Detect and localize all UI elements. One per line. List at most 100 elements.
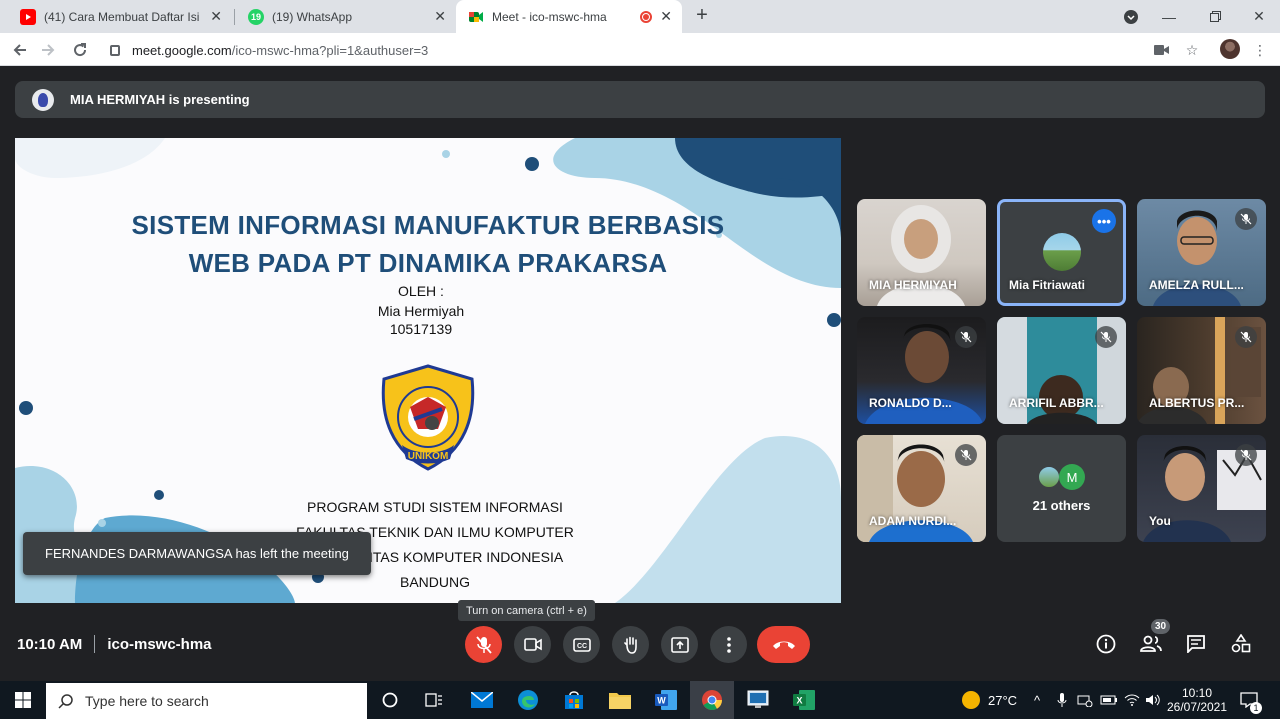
raise-hand-button[interactable] <box>612 626 649 663</box>
windows-start-icon[interactable] <box>10 687 36 713</box>
participant-name: You <box>1149 514 1171 528</box>
tab-youtube[interactable]: (41) Cara Membuat Daftar Isi SKRIPS ✕ <box>8 0 232 33</box>
word-icon[interactable]: W <box>653 687 679 713</box>
muted-mic-icon <box>1235 444 1257 466</box>
participant-tile[interactable]: ALBERTUS PR... <box>1137 317 1266 424</box>
others-avatar-photo <box>1037 465 1061 489</box>
presenter-banner: MIA HERMIYAH is presenting <box>15 81 1265 118</box>
weather-widget[interactable]: 27°C <box>962 681 1017 719</box>
self-tile[interactable]: You <box>1137 435 1266 542</box>
slide-nim: 10517139 <box>389 321 453 337</box>
muted-mic-icon <box>955 444 977 466</box>
mic-off-button[interactable] <box>465 626 502 663</box>
participant-name: ADAM NURDI... <box>869 514 957 528</box>
search-icon <box>58 694 73 709</box>
system-clock[interactable]: 10:10 26/07/2021 <box>1167 681 1227 719</box>
notification-center-icon[interactable]: 1 <box>1240 681 1262 719</box>
svg-text:W: W <box>657 696 666 706</box>
participant-tile[interactable]: RONALDO D... <box>857 317 986 424</box>
meeting-code: ico-mswc-hma <box>107 635 212 653</box>
taskbar-search-box[interactable]: Type here to search <box>46 683 367 719</box>
close-window-icon[interactable]: ✕ <box>1236 0 1280 33</box>
others-avatar-letter: M <box>1059 464 1085 490</box>
lock-icon <box>110 44 120 56</box>
edge-browser-icon[interactable] <box>515 687 541 713</box>
participant-tile-active[interactable]: ••• Mia Fitriawati <box>997 199 1126 306</box>
participant-tile[interactable]: AMELZA RULL... <box>1137 199 1266 306</box>
minimize-icon[interactable]: — <box>1146 0 1192 33</box>
battery-tray-icon[interactable] <box>1100 681 1118 719</box>
google-meet-icon <box>468 9 484 25</box>
tab-separator <box>234 9 235 25</box>
notification-toast: FERNANDES DARMAWANGSA has left the meeti… <box>23 532 371 575</box>
participant-tile[interactable]: ADAM NURDI... <box>857 435 986 542</box>
search-placeholder: Type here to search <box>85 693 209 709</box>
recording-icon <box>640 10 653 23</box>
file-explorer-icon[interactable] <box>607 687 633 713</box>
more-vertical-icon <box>726 636 731 653</box>
participant-tile[interactable]: MIA HERMIYAH <box>857 199 986 306</box>
participant-name: RONALDO D... <box>869 396 952 410</box>
participant-name: MIA HERMIYAH <box>869 278 957 292</box>
task-view-icon[interactable] <box>421 687 447 713</box>
new-tab-button[interactable]: + <box>690 4 714 27</box>
more-options-icon[interactable]: ••• <box>1092 209 1116 233</box>
whatsapp-icon: 19 <box>248 8 264 25</box>
excel-icon[interactable]: X <box>791 687 817 713</box>
address-bar[interactable]: meet.google.com/ico-mswc-hma?pli=1&authu… <box>104 36 1204 64</box>
slide-title-line1: SISTEM INFORMASI MANUFAKTUR BERBASIS <box>131 210 725 240</box>
tab-whatsapp[interactable]: 19 (19) WhatsApp ✕ <box>236 0 456 33</box>
presenter-avatar <box>32 88 54 111</box>
chat-button[interactable] <box>1182 630 1210 658</box>
microphone-tray-icon[interactable] <box>1057 681 1067 719</box>
slide-title-line2: WEB PADA PT DINAMIKA PRAKARSA <box>188 248 668 278</box>
forward-arrow-icon[interactable] <box>36 38 60 62</box>
participant-avatar <box>1043 233 1081 271</box>
present-screen-button[interactable] <box>661 626 698 663</box>
participant-count-badge: 30 <box>1151 619 1170 634</box>
captions-button[interactable]: CC <box>563 626 600 663</box>
reload-icon[interactable] <box>68 38 92 62</box>
microsoft-store-icon[interactable] <box>561 687 587 713</box>
close-tab-icon[interactable]: ✕ <box>660 8 672 25</box>
muted-mic-icon <box>1235 208 1257 230</box>
muted-mic-icon <box>1095 326 1117 348</box>
chat-icon <box>1187 635 1205 653</box>
hand-icon <box>623 636 637 654</box>
camera-status-icon[interactable] <box>1150 38 1174 62</box>
participant-name: ARRIFIL ABBR... <box>1009 396 1104 410</box>
remote-desktop-icon[interactable] <box>745 687 771 713</box>
participant-tile[interactable]: ARRIFIL ABBR... <box>997 317 1126 424</box>
bookmark-star-icon[interactable]: ☆ <box>1180 38 1204 62</box>
mail-icon[interactable] <box>469 687 495 713</box>
clock-time: 10:10 <box>1181 686 1213 700</box>
volume-tray-icon[interactable] <box>1145 681 1161 719</box>
close-tab-icon[interactable]: ✕ <box>210 8 222 25</box>
show-hidden-icons[interactable]: ^ <box>1034 681 1040 719</box>
people-button[interactable] <box>1137 630 1165 658</box>
tab-google-meet[interactable]: Meet - ico-mswc-hma ✕ <box>456 0 682 33</box>
network-tray-icon[interactable] <box>1077 681 1093 719</box>
maximize-icon[interactable] <box>1192 0 1238 33</box>
close-tab-icon[interactable]: ✕ <box>434 8 446 25</box>
meeting-info-button[interactable] <box>1092 630 1120 658</box>
browser-menu-icon[interactable]: ⋮ <box>1248 38 1272 62</box>
chrome-icon[interactable] <box>699 687 725 713</box>
camera-button[interactable] <box>514 626 551 663</box>
mic-off-icon <box>475 635 492 654</box>
cortana-icon[interactable] <box>377 687 403 713</box>
wifi-tray-icon[interactable] <box>1124 681 1140 719</box>
leave-call-button[interactable] <box>757 626 810 663</box>
participant-name: Mia Fitriawati <box>1009 278 1086 292</box>
more-options-button[interactable] <box>710 626 747 663</box>
back-arrow-icon[interactable] <box>8 38 32 62</box>
others-tile[interactable]: M 21 others <box>997 435 1126 542</box>
activities-button[interactable] <box>1227 630 1255 658</box>
activities-icon <box>1231 634 1251 653</box>
svg-text:X: X <box>796 696 802 706</box>
camera-tooltip: Turn on camera (ctrl + e) <box>458 600 595 621</box>
muted-mic-icon <box>955 326 977 348</box>
profile-avatar[interactable] <box>1220 39 1240 59</box>
captions-icon: CC <box>572 637 591 652</box>
youtube-icon <box>20 8 36 25</box>
